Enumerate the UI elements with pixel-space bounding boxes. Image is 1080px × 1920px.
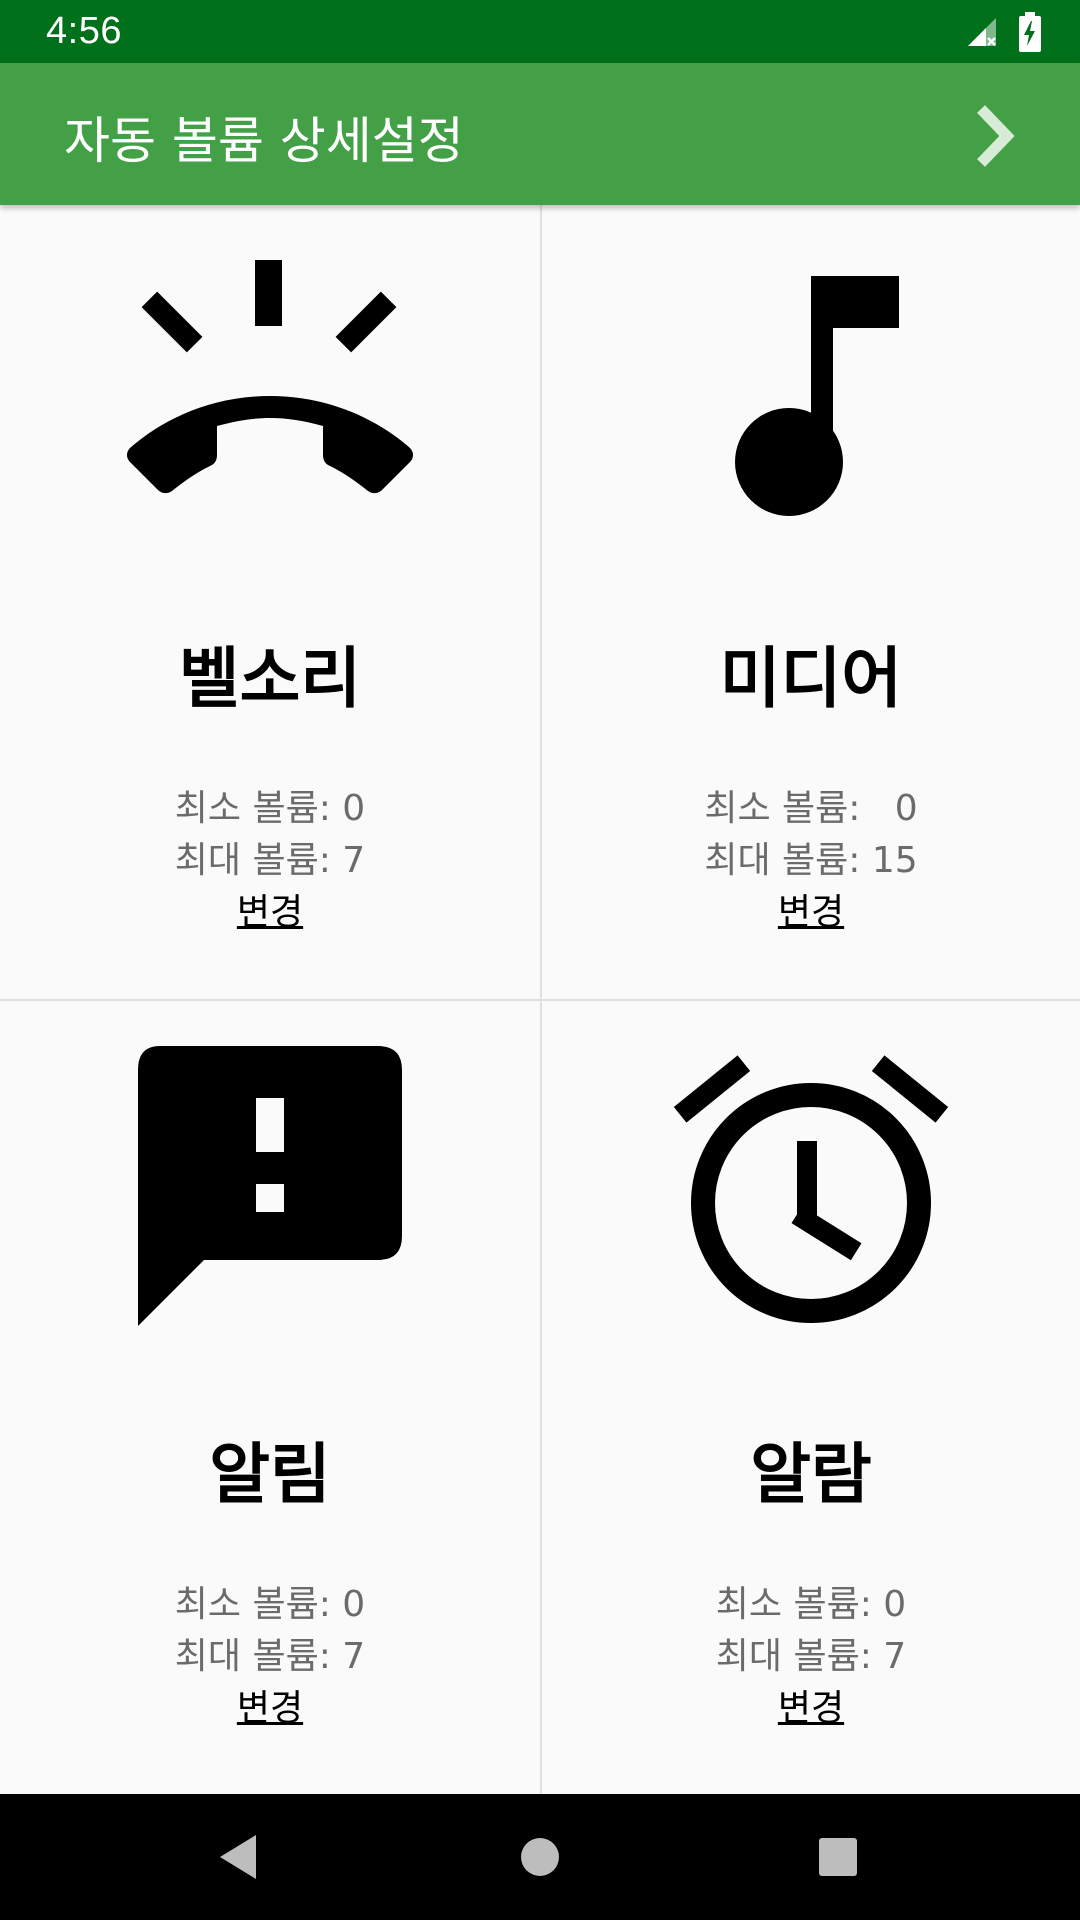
media-card[interactable]: 미디어 최소 볼륨: 0 최대 볼륨: 15 변경 <box>541 205 1080 999</box>
battery-charging-icon <box>1019 12 1041 52</box>
volume-category-grid: 벨소리 최소 볼륨: 0 최대 볼륨: 7 변경 미디어 최소 볼륨: 0 최대… <box>0 205 1080 1794</box>
notification-change-link[interactable]: 변경 <box>237 1684 303 1734</box>
notification-icon-area <box>0 1046 540 1326</box>
ringer-max-volume: 최대 볼륨: 7 <box>174 840 366 881</box>
ringer-min-volume: 최소 볼륨: 0 <box>174 788 366 829</box>
horizontal-divider <box>0 999 1080 1001</box>
back-button[interactable] <box>208 1827 268 1887</box>
music-note-icon <box>735 276 899 516</box>
media-change-link[interactable]: 변경 <box>778 888 844 938</box>
media-icon-area <box>541 260 1080 520</box>
notification-alert-icon <box>138 1046 402 1326</box>
media-min-volume: 최소 볼륨: 0 <box>704 788 918 829</box>
alarm-card[interactable]: 알람 최소 볼륨: 0 최대 볼륨: 7 변경 <box>541 1001 1080 1795</box>
notification-title: 알림 <box>209 1436 331 1513</box>
notification-min-volume: 최소 볼륨: 0 <box>174 1584 366 1625</box>
alarm-clock-icon <box>673 1055 949 1323</box>
ringer-title: 벨소리 <box>178 640 362 717</box>
recents-icon <box>819 1838 857 1876</box>
media-title: 미디어 <box>719 640 903 717</box>
back-icon <box>220 1835 256 1879</box>
next-button[interactable] <box>950 91 1040 181</box>
alarm-volume-info: 최소 볼륨: 0 최대 볼륨: 7 변경 <box>541 1579 1080 1735</box>
ringer-phone-icon <box>127 260 413 494</box>
alarm-icon-area <box>541 1055 1080 1323</box>
app-title: 자동 볼륨 상세설정 <box>64 112 464 170</box>
ringer-icon-area <box>0 260 540 520</box>
notification-card[interactable]: 알림 최소 볼륨: 0 최대 볼륨: 7 변경 <box>0 1001 540 1795</box>
alarm-max-volume: 최대 볼륨: 7 <box>715 1636 907 1677</box>
media-max-volume: 최대 볼륨: 15 <box>704 840 918 881</box>
chevron-right-icon <box>977 105 1015 167</box>
ringer-change-link[interactable]: 변경 <box>237 888 303 938</box>
app-bar: 자동 볼륨 상세설정 <box>0 63 1080 205</box>
status-time: 4:56 <box>46 10 122 52</box>
alarm-min-volume: 최소 볼륨: 0 <box>715 1584 907 1625</box>
home-icon <box>521 1838 559 1876</box>
cell-signal-off-icon <box>968 18 996 46</box>
status-icons <box>964 12 1042 52</box>
alarm-title: 알람 <box>750 1436 872 1513</box>
home-button[interactable] <box>510 1827 570 1887</box>
recents-button[interactable] <box>808 1827 868 1887</box>
notification-max-volume: 최대 볼륨: 7 <box>174 1636 366 1677</box>
navigation-bar <box>0 1794 1080 1920</box>
alarm-change-link[interactable]: 변경 <box>778 1684 844 1734</box>
media-volume-info: 최소 볼륨: 0 최대 볼륨: 15 변경 <box>541 783 1080 939</box>
notification-volume-info: 최소 볼륨: 0 최대 볼륨: 7 변경 <box>0 1579 540 1735</box>
ringer-volume-info: 최소 볼륨: 0 최대 볼륨: 7 변경 <box>0 783 540 939</box>
ringer-card[interactable]: 벨소리 최소 볼륨: 0 최대 볼륨: 7 변경 <box>0 205 540 999</box>
status-bar: 4:56 <box>0 0 1080 63</box>
